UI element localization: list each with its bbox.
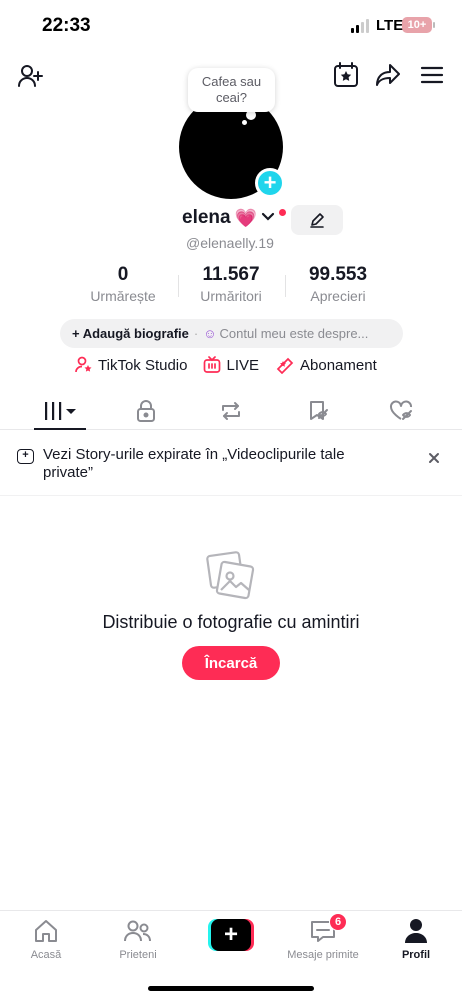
pencil-icon [310,213,324,228]
add-avatar-button[interactable]: + [255,168,285,198]
tab-favorites[interactable] [292,396,344,426]
stat-following[interactable]: 0 Urmărește [68,264,178,304]
nav-inbox[interactable]: Mesaje primite [283,917,363,961]
empty-state-title: Distribuie o fotografie cu amintiri [102,612,360,632]
stat-followers[interactable]: 11.567 Urmăritori [176,264,286,304]
live-link[interactable]: LIVE [203,356,259,374]
nav-label: Acasă [30,949,62,961]
live-tv-icon [204,356,221,373]
stat-likes[interactable]: 99.553 Aprecieri [283,264,393,304]
tab-videos[interactable] [34,396,86,426]
person-plus-icon [18,65,43,87]
nav-profile[interactable]: Profil [376,917,456,961]
inbox-badge: 6 [329,913,347,931]
videos-grid-icon [45,402,76,420]
stat-value: 99.553 [308,264,368,285]
create-plus-icon: + [211,919,251,951]
stat-label: Urmărește [90,288,156,304]
display-name: elena [182,207,231,228]
separator-dot: · [193,326,199,341]
profile-icon [405,919,427,943]
link-label: TikTok Studio [98,356,188,374]
nav-label: Prieteni [119,949,157,961]
tab-private[interactable] [120,396,172,426]
calendar-star-icon [334,62,358,87]
battery-icon: 10+ [402,17,435,33]
tab-reposts[interactable] [205,396,257,426]
cellular-signal-icon [351,19,369,33]
edit-profile-button[interactable] [291,205,343,235]
story-plus-icon: + [17,449,34,464]
person-star-icon [75,356,92,373]
note-bubble[interactable]: Cafea sau ceai? [188,68,275,112]
notification-dot [279,208,287,216]
heart-emoji: 💗 [234,207,258,228]
tiktok-studio-link[interactable]: TikTok Studio [75,356,187,374]
nav-label: Mesaje primite [287,949,359,961]
photos-icon [205,550,257,602]
upload-button[interactable]: Încarcă [182,646,280,680]
smile-icon: ☺ [203,326,217,341]
create-button[interactable]: + [208,919,254,951]
active-tab-indicator [34,428,86,430]
add-friend-button[interactable] [16,62,44,90]
link-label: Abonament [300,356,377,374]
home-indicator [148,986,314,991]
stat-label: Aprecieri [310,288,366,304]
home-icon [35,920,57,942]
network-type: LTE [376,17,404,34]
account-about-label[interactable]: Contul meu este despre... [220,326,369,341]
stat-value: 11.567 [202,264,260,285]
nav-home[interactable]: Acasă [6,917,86,961]
friends-icon [124,920,151,942]
plus-icon: + [263,170,277,195]
close-icon[interactable] [428,451,440,468]
nav-friends[interactable]: Prieteni [98,917,178,961]
chevron-down-icon[interactable] [261,209,275,227]
hamburger-menu-icon [420,66,444,84]
username-handle: @elenaelly.19 [186,235,274,251]
repost-icon [222,402,240,420]
content-tabs [0,392,462,430]
subscription-link[interactable]: Abonament [275,356,377,374]
favorites-hidden-icon [310,401,328,420]
link-label: LIVE [226,356,260,374]
add-bio-label[interactable]: + Adaugă biografie [72,326,189,341]
calendar-button[interactable] [332,61,360,89]
share-arrow-icon [376,64,400,86]
username-row: elena 💗 [182,207,287,229]
status-time: 22:33 [42,15,91,36]
bubble-dot [242,120,247,125]
stat-value: 0 [117,264,129,285]
nav-label: Profil [401,949,431,961]
star-ticket-icon [276,357,294,374]
share-button[interactable] [374,61,402,89]
bio-pill[interactable]: + Adaugă biografie · ☺ Contul meu este d… [60,319,403,348]
liked-hidden-icon [390,400,412,420]
lock-icon [137,400,155,422]
tab-liked[interactable] [376,396,428,426]
menu-button[interactable] [418,62,446,88]
profile-links: TikTok Studio LIVE Abonament [75,356,377,374]
stat-label: Urmăritori [200,288,262,304]
notice-text: Vezi Story-urile expirate în „Videoclipu… [43,446,345,481]
